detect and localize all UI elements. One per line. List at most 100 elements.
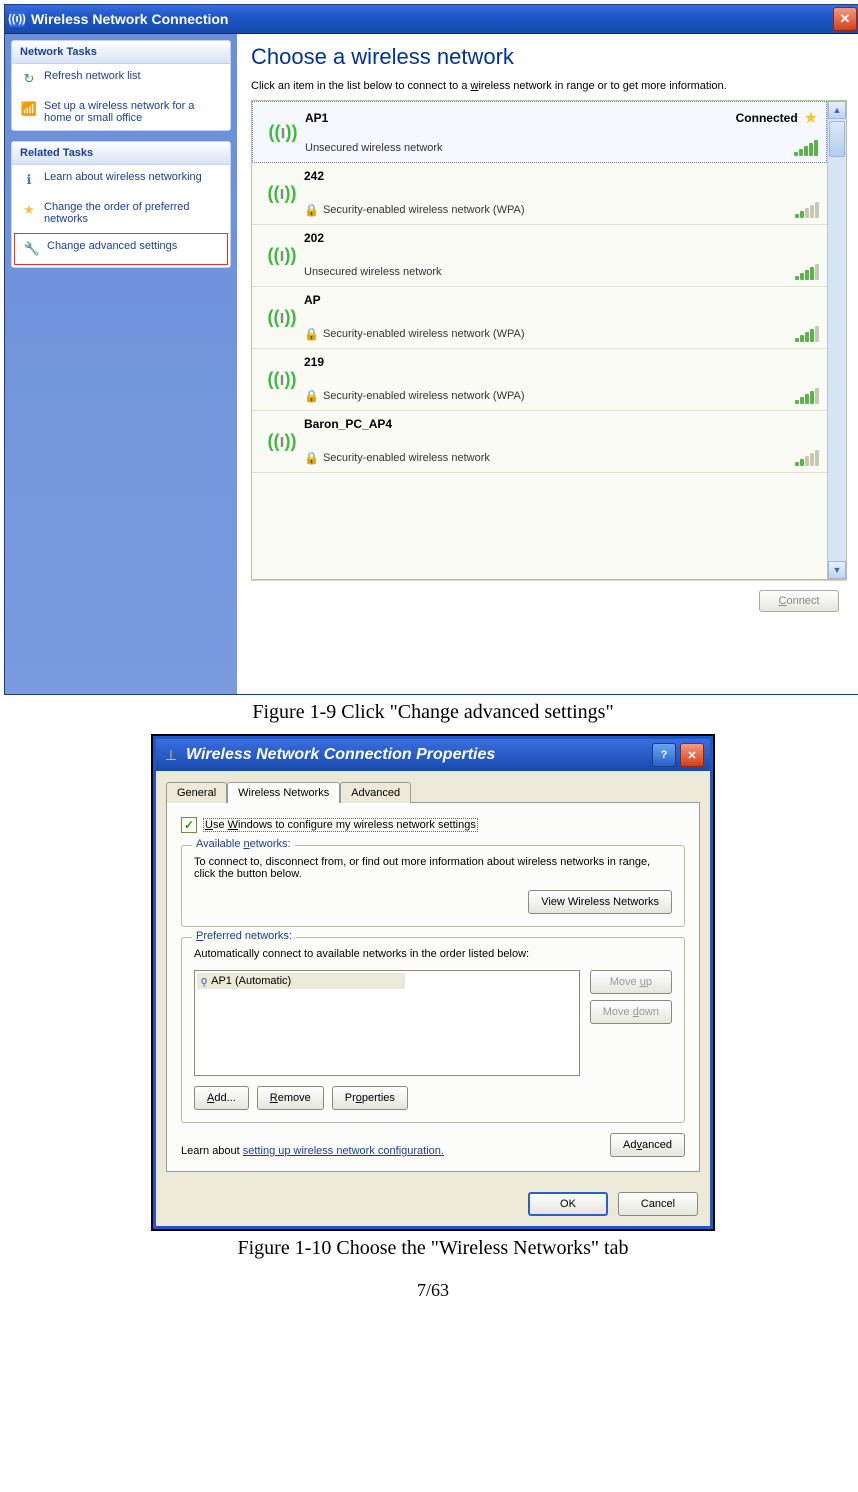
learn-text: Learn about setting up wireless network … [181, 1145, 444, 1157]
signal-icon [795, 388, 819, 404]
network-name: 219 [304, 355, 324, 369]
sidebar-item-order[interactable]: ★ Change the order of preferred networks [12, 195, 230, 231]
content-description: Click an item in the list below to conne… [251, 80, 847, 92]
network-type: Security-enabled wireless network (WPA) [323, 204, 525, 216]
tab-panel: ✓ Use Windows to configure my wireless n… [166, 802, 700, 1172]
info-icon: ℹ [20, 171, 38, 189]
lock-icon: 🔒 [304, 451, 319, 465]
network-icon: ⊥ [162, 746, 180, 764]
preferred-list[interactable]: ǫ AP1 (Automatic) [194, 970, 580, 1076]
sidebar-item-label: Learn about wireless networking [44, 171, 202, 183]
advanced-button[interactable]: Advanced [610, 1133, 685, 1157]
use-windows-checkbox[interactable]: ✓ [181, 817, 197, 833]
network-name: AP [304, 293, 321, 307]
network-item[interactable]: ((ı))AP1 Connected ★ Unsecured wireless net… [252, 101, 827, 163]
signal-icon [795, 326, 819, 342]
lock-icon: 🔒 [304, 327, 319, 341]
signal-icon [795, 264, 819, 280]
sidebar-item-label: Change advanced settings [47, 240, 177, 252]
connect-button[interactable]: CConnectonnect [759, 590, 839, 612]
window-title: Wireless Network Connection Properties [186, 746, 495, 764]
network-type: Security-enabled wireless network [323, 452, 490, 464]
learn-link[interactable]: setting up wireless network configuratio… [243, 1145, 444, 1157]
move-up-button[interactable]: Move up [590, 970, 672, 994]
tab-wireless-networks[interactable]: Wireless Networks [227, 782, 340, 803]
sidebar-item-advanced[interactable]: 🔧 Change advanced settings [14, 233, 228, 265]
properties-window: ⊥ Wireless Network Connection Properties… [153, 736, 713, 1229]
properties-button[interactable]: Properties [332, 1086, 408, 1110]
group-text: Automatically connect to available netwo… [194, 948, 672, 960]
sidebar-item-learn[interactable]: ℹ Learn about wireless networking [12, 165, 230, 195]
help-button[interactable]: ? [652, 743, 676, 767]
signal-icon [795, 450, 819, 466]
star-icon: ★ [20, 201, 38, 219]
network-item[interactable]: ((ı))AP 🔒 Security-enabled wireless networ… [252, 287, 827, 349]
antenna-icon: ((ı)) [260, 355, 304, 404]
network-type: Unsecured wireless network [305, 142, 443, 154]
lock-icon: 🔒 [304, 389, 319, 403]
network-small-icon: ǫ [201, 975, 207, 987]
page-number: 7/63 [4, 1280, 858, 1301]
checkbox-label: Use Windows to configure my wireless net… [203, 818, 478, 832]
network-list-box: ((ı))AP1Connected★Unsecured wireless net… [251, 100, 847, 580]
scroll-thumb[interactable] [829, 121, 845, 157]
content-pane: Choose a wireless network Click an item … [237, 34, 858, 694]
titlebar: ((ı)) Wireless Network Connection ✕ [5, 5, 858, 34]
antenna-icon: ((ı)) [261, 108, 305, 156]
view-wireless-networks-button[interactable]: View Wireless Networks [528, 890, 672, 914]
antenna-icon: ((ı)) [260, 169, 304, 218]
scroll-up-icon[interactable]: ▲ [828, 101, 846, 119]
sidebar-item-setup[interactable]: 📶 Set up a wireless network for a home o… [12, 94, 230, 130]
preferred-item[interactable]: ǫ AP1 (Automatic) [197, 973, 405, 989]
properties-window-outer: ⊥ Wireless Network Connection Properties… [151, 734, 715, 1231]
network-type: Unsecured wireless network [304, 266, 442, 278]
bottom-bar: CConnectonnect [251, 580, 847, 621]
titlebar: ⊥ Wireless Network Connection Properties… [156, 739, 710, 771]
star-icon: ★ [804, 108, 818, 128]
signal-icon [795, 202, 819, 218]
scrollbar[interactable]: ▲ ▼ [827, 101, 846, 579]
network-name: AP1 [305, 111, 328, 125]
ok-button[interactable]: OK [528, 1192, 608, 1216]
available-networks-group: Available networks: Available networks: … [181, 845, 685, 927]
network-item[interactable]: ((ı))242🔒Security-enabled wireless netwo… [252, 163, 827, 225]
sidebar-item-label: Refresh network list [44, 70, 141, 82]
remove-button[interactable]: Remove [257, 1086, 324, 1110]
network-name: 242 [304, 169, 324, 183]
scroll-down-icon[interactable]: ▼ [828, 561, 846, 579]
network-type: Security-enabled wireless network (WPA) [323, 390, 525, 402]
antenna-icon: 📶 [20, 100, 38, 118]
network-name: Baron_PC_AP4 [304, 417, 392, 431]
tab-general[interactable]: General [166, 782, 227, 803]
wireless-icon: ((ı)) [9, 11, 25, 27]
cancel-button[interactable]: Cancel [618, 1192, 698, 1216]
tab-advanced[interactable]: Advanced [340, 782, 411, 803]
sidebar-header-related-tasks: Related Tasks [12, 142, 230, 165]
antenna-icon: ((ı)) [260, 293, 304, 342]
sidebar-item-refresh[interactable]: ↻ Refresh network list [12, 64, 230, 94]
close-button[interactable]: ✕ [680, 743, 704, 767]
refresh-icon: ↻ [20, 70, 38, 88]
sidebar-header-network-tasks: Network Tasks [12, 41, 230, 64]
network-item[interactable]: ((ı))202 Unsecured wireless network [252, 225, 827, 287]
sidebar: Network Tasks ↻ Refresh network list 📶 S… [5, 34, 237, 694]
network-item[interactable]: ((ı))219 🔒 Security-enabled wireless netwo… [252, 349, 827, 411]
sidebar-item-label: Set up a wireless network for a home or … [44, 100, 222, 124]
network-type: Security-enabled wireless network (WPA) [323, 328, 525, 340]
group-legend: Available networks: [192, 838, 295, 850]
close-button[interactable]: ✕ [833, 7, 857, 31]
preferred-item-label: AP1 (Automatic) [211, 975, 291, 987]
sidebar-item-label: Change the order of preferred networks [44, 201, 222, 225]
network-status: Connected [736, 111, 798, 125]
add-button[interactable]: Add... [194, 1086, 249, 1110]
move-down-button[interactable]: Move down [590, 1000, 672, 1024]
tab-strip: General Wireless Networks Advanced [156, 771, 710, 802]
antenna-icon: ((ı)) [260, 231, 304, 280]
network-item[interactable]: ((ı))Baron_PC_AP4 🔒 Security-enabled wirel… [252, 411, 827, 473]
settings-icon: 🔧 [23, 240, 41, 258]
group-text: To connect to, disconnect from, or find … [194, 856, 672, 880]
antenna-icon: ((ı)) [260, 417, 304, 466]
network-name: 202 [304, 231, 324, 245]
figure-caption-2: Figure 1-10 Choose the "Wireless Network… [4, 1237, 858, 1260]
wireless-connection-window: ((ı)) Wireless Network Connection ✕ Netw… [4, 4, 858, 695]
